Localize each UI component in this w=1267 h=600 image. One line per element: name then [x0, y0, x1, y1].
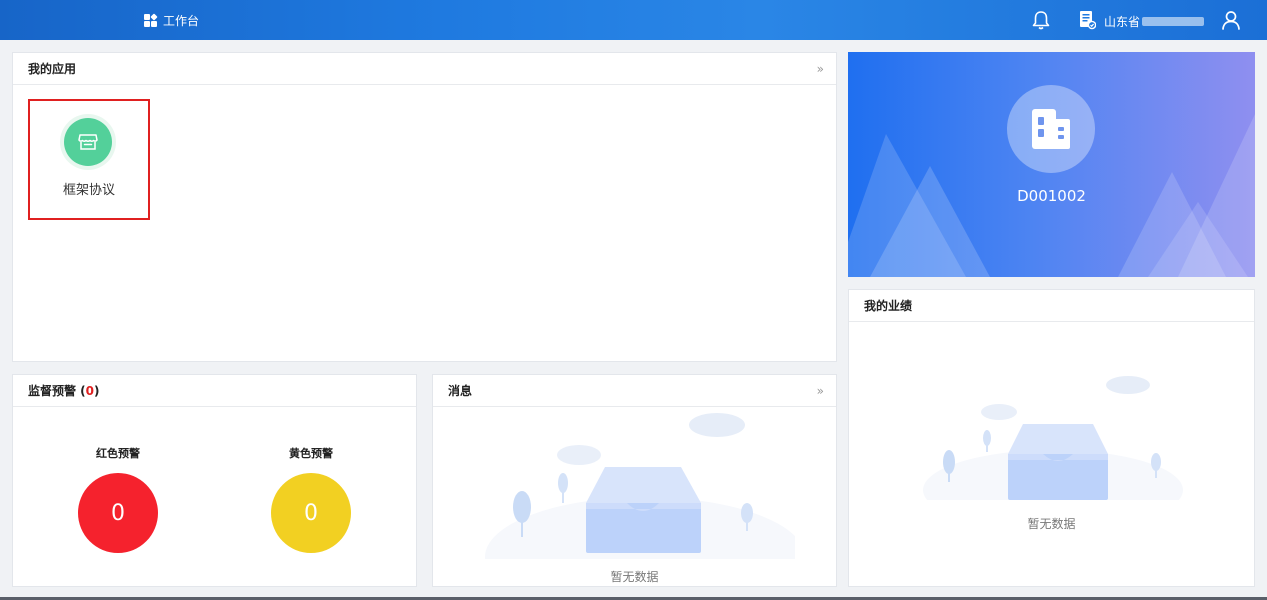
- panel-header: 我的业绩: [849, 290, 1254, 322]
- app-icon-circle: [60, 114, 116, 170]
- store-icon: [64, 118, 112, 166]
- document-icon[interactable]: [1076, 8, 1098, 32]
- user-icon[interactable]: [1219, 8, 1243, 32]
- building-icon: [1007, 85, 1095, 173]
- app-label: 框架协议: [62, 183, 115, 198]
- app-item-framework-agreement[interactable]: 框架协议: [28, 99, 150, 220]
- org-code: D001002: [1017, 187, 1086, 205]
- yellow-warning-label: 黄色预警: [289, 447, 333, 460]
- red-warning[interactable]: 红色预警 0: [78, 445, 158, 553]
- workbench-label: 工作台: [163, 13, 200, 28]
- panel-title: 监督预警 (0): [28, 384, 100, 398]
- empty-text: 暂无数据: [1027, 517, 1076, 531]
- my-apps-panel: 我的应用 » 框架协议: [12, 52, 837, 362]
- user-name[interactable]: 山东省: [1104, 13, 1205, 30]
- org-card: D001002: [848, 52, 1255, 277]
- my-performance-panel: 我的业绩 暂无数据: [848, 289, 1255, 587]
- messages-panel: 消息 » 暂无数据: [432, 374, 837, 587]
- panel-title: 我的业绩: [864, 299, 913, 313]
- top-bar: 工作台 山东省: [0, 0, 1267, 40]
- bell-icon[interactable]: [1030, 8, 1052, 32]
- panel-header: 我的应用 »: [13, 53, 836, 85]
- more-icon[interactable]: »: [817, 384, 824, 398]
- panel-header: 监督预警 (0): [13, 375, 416, 407]
- more-icon[interactable]: »: [817, 62, 824, 76]
- yellow-warning-count[interactable]: 0: [271, 473, 351, 553]
- red-warning-count[interactable]: 0: [78, 473, 158, 553]
- red-warning-label: 红色预警: [96, 447, 140, 460]
- empty-text: 暂无数据: [610, 570, 659, 584]
- yellow-warning[interactable]: 黄色预警 0: [271, 445, 351, 553]
- redacted-name: [1142, 17, 1205, 26]
- empty-box-illustration: [485, 413, 795, 559]
- panel-title: 消息: [448, 384, 473, 398]
- warning-count: 0: [85, 384, 95, 398]
- workbench-button[interactable]: 工作台: [144, 11, 199, 29]
- panel-title: 我的应用: [28, 62, 77, 76]
- grid-icon: [144, 12, 158, 27]
- panel-header: 消息 »: [433, 375, 836, 407]
- empty-box-illustration: [923, 376, 1183, 500]
- supervision-warning-panel: 监督预警 (0) 红色预警 0 黄色预警 0: [12, 374, 417, 587]
